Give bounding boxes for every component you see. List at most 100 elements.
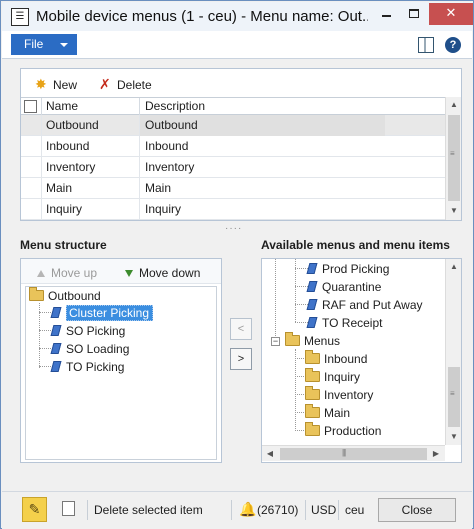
cell-name[interactable]: Outbound (41, 115, 139, 136)
close-button[interactable]: Close (378, 498, 456, 522)
tree-node-item[interactable]: Cluster Picking (50, 304, 154, 322)
status-bar: ✎ Delete selected item 🔔 (26710) USD ceu… (2, 491, 472, 529)
new-button[interactable]: ✸ New (35, 75, 77, 93)
menu-folder-label: Inventory (324, 388, 374, 402)
edit-pencil-button[interactable]: ✎ (22, 497, 47, 522)
cell-description[interactable]: Inquiry (139, 199, 385, 220)
scroll-thumb[interactable] (448, 115, 460, 201)
cell-description[interactable]: Main (139, 178, 385, 199)
tree-node-item[interactable]: SO Picking (50, 322, 126, 340)
table-row[interactable]: Inquiry Inquiry (21, 199, 445, 220)
status-divider (305, 500, 306, 520)
table-row[interactable]: Inventory Inventory (21, 157, 445, 178)
available-horizontal-scrollbar[interactable]: ◀ ||| ▶ (262, 445, 445, 461)
maximize-button[interactable] (401, 3, 427, 25)
cell-name[interactable]: Inventory (41, 157, 139, 178)
scroll-up-arrow-icon[interactable]: ▲ (446, 259, 462, 275)
available-item[interactable]: TO Receipt (306, 314, 383, 332)
available-menus-tree: Prod Picking Quarantine RAF and Put Away… (262, 259, 444, 445)
menu-folder-label: Inquiry (324, 370, 361, 384)
scroll-up-arrow-icon[interactable]: ▲ (446, 97, 462, 113)
notification-count[interactable]: (26710) (257, 503, 298, 517)
layout-icon[interactable] (418, 37, 434, 53)
available-vertical-scrollbar[interactable]: ▲ ≡ ▼ (445, 259, 461, 445)
document-icon[interactable] (62, 501, 75, 516)
scroll-left-arrow-icon[interactable]: ◀ (262, 446, 278, 462)
tree-node-label: Outbound (48, 289, 101, 303)
grip-icon: ≡ (450, 149, 455, 158)
menu-folder-node[interactable]: Inquiry (305, 368, 360, 386)
cell-name[interactable]: Inquiry (41, 199, 139, 220)
folder-icon (29, 287, 44, 302)
tree-line (295, 268, 308, 269)
tree-line (295, 304, 308, 305)
menu-item-icon (306, 281, 318, 293)
delete-label: Delete (117, 78, 152, 92)
cell-description[interactable]: Outbound (139, 115, 385, 136)
menu-folder-node[interactable]: Production (305, 422, 381, 440)
column-header-description[interactable]: Description (139, 98, 385, 116)
add-item-button[interactable]: > (230, 348, 252, 370)
minimize-icon (381, 15, 391, 17)
menu-folder-node[interactable]: Inventory (305, 386, 373, 404)
folder-icon (305, 350, 320, 365)
panel-splitter[interactable]: ···· (225, 223, 242, 234)
available-item[interactable]: RAF and Put Away (306, 296, 423, 314)
close-window-button[interactable]: ✕ (429, 3, 473, 25)
scroll-down-arrow-icon[interactable]: ▼ (446, 429, 462, 445)
tree-node-root[interactable]: Outbound (29, 287, 101, 305)
status-divider (338, 500, 339, 520)
cell-name[interactable]: Main (41, 178, 139, 199)
table-row[interactable]: Inbound Inbound (21, 136, 445, 157)
window-title: Mobile device menus (1 - ceu) - Menu nam… (36, 8, 368, 25)
company-indicator[interactable]: ceu (345, 503, 364, 517)
available-item[interactable]: Prod Picking (306, 260, 389, 278)
cell-description[interactable]: Inventory (139, 157, 385, 178)
select-all-checkbox[interactable] (24, 100, 37, 113)
menus-folder-label: Menus (304, 334, 341, 348)
arrow-down-icon (125, 270, 133, 277)
tree-line (295, 349, 296, 431)
available-item[interactable]: Quarantine (306, 278, 381, 296)
menu-folder-node[interactable]: Inbound (305, 350, 367, 368)
menu-structure-heading: Menu structure (20, 238, 107, 252)
menu-item-icon (306, 317, 318, 329)
column-header-name[interactable]: Name (41, 98, 139, 116)
folder-icon (305, 386, 320, 401)
app-icon: ☰ (11, 8, 29, 26)
menus-folder-node[interactable]: Menus (285, 332, 340, 350)
remove-item-button[interactable]: < (230, 318, 252, 340)
tree-node-item[interactable]: TO Picking (50, 358, 124, 376)
cell-name[interactable]: Inbound (41, 136, 139, 157)
table-row[interactable]: Main Main (21, 178, 445, 199)
menu-structure-panel: Move up Move down Outbound Cluster Picki… (20, 258, 222, 463)
file-menu-button[interactable]: File (11, 34, 77, 55)
grid-vertical-scrollbar[interactable]: ▲ ≡ ▼ (445, 97, 461, 220)
collapse-icon[interactable]: − (271, 337, 280, 346)
scroll-thumb[interactable] (280, 448, 427, 460)
folder-icon (305, 404, 320, 419)
cell-description[interactable]: Inbound (139, 136, 385, 157)
new-star-icon: ✸ (35, 76, 47, 92)
available-item-label: TO Receipt (322, 316, 383, 330)
currency-indicator[interactable]: USD (311, 503, 336, 517)
table-row[interactable]: Outbound Outbound (21, 115, 445, 136)
available-menus-panel: Prod Picking Quarantine RAF and Put Away… (261, 258, 462, 463)
tree-node-label: SO Loading (66, 342, 130, 356)
tree-node-label: SO Picking (66, 324, 126, 338)
menu-item-icon (50, 361, 62, 373)
menu-folder-label: Inbound (324, 352, 368, 366)
tree-line (295, 322, 308, 323)
delete-button[interactable]: ✗ Delete (99, 75, 152, 93)
scroll-down-arrow-icon[interactable]: ▼ (446, 203, 462, 219)
help-icon[interactable]: ? (445, 37, 461, 53)
scroll-right-arrow-icon[interactable]: ▶ (428, 446, 444, 462)
grip-icon: ||| (342, 448, 346, 457)
tree-node-item[interactable]: SO Loading (50, 340, 130, 358)
menu-folder-node[interactable]: Main (305, 404, 350, 422)
move-up-button[interactable]: Move up (37, 264, 97, 282)
menu-structure-toolbar: Move up Move down (21, 259, 221, 284)
notification-bell-icon[interactable]: 🔔 (239, 501, 256, 517)
move-down-button[interactable]: Move down (125, 264, 200, 282)
minimize-button[interactable] (373, 3, 399, 25)
